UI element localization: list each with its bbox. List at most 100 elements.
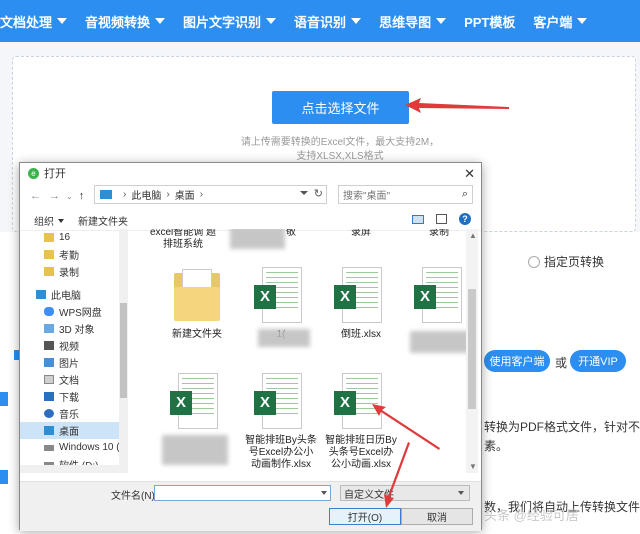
desc-line1: 转换为PDF格式文件，针对不同版 xyxy=(484,420,640,434)
help-icon[interactable]: ? xyxy=(459,213,471,225)
file-item[interactable]: excel智能调 题排班系统 xyxy=(146,229,220,251)
upload-hint-line1: 请上传需要转换的Excel文件，最大支持2M， xyxy=(240,137,440,148)
nav-item-speech[interactable]: 语音识别 xyxy=(294,12,362,31)
excel-file-item[interactable]: X xyxy=(404,267,466,353)
scrollbar-thumb[interactable] xyxy=(120,303,127,398)
nav-label: 客户端 xyxy=(533,14,573,30)
folder-icon xyxy=(44,233,54,242)
breadcrumb-separator-icon: › xyxy=(199,189,204,200)
excel-icon: X xyxy=(254,267,308,325)
refresh-icon[interactable]: ↻ xyxy=(314,187,323,200)
sidebar-item[interactable]: 录制 xyxy=(20,263,121,280)
excel-file-item[interactable]: X 1( xyxy=(244,267,318,347)
scroll-down-icon[interactable]: ▼ xyxy=(469,462,477,471)
sidebar-item-label: 音乐 xyxy=(59,410,79,421)
file-item[interactable]: 敬 xyxy=(228,229,302,249)
breadcrumb-current[interactable]: 桌面 xyxy=(175,187,195,202)
video-icon xyxy=(44,341,54,350)
sidebar-item[interactable]: 音乐 xyxy=(20,405,121,422)
sidebar-item-label: 此电脑 xyxy=(51,291,81,302)
desktop-icon xyxy=(44,426,54,435)
cube-icon xyxy=(44,324,54,333)
excel-file-item[interactable]: X 倒班.xlsx xyxy=(324,267,398,341)
nav-label: 思维导图 xyxy=(379,14,432,30)
chevron-down-icon xyxy=(57,18,68,24)
sidebar-item-desktop[interactable]: 桌面 xyxy=(20,422,121,439)
sidebar-item[interactable]: 图片 xyxy=(20,354,121,371)
sidebar-item[interactable]: 下载 xyxy=(20,388,121,405)
sidebar-item[interactable]: 16 xyxy=(20,229,121,246)
filename-input[interactable] xyxy=(154,485,331,501)
scrollbar-thumb[interactable] xyxy=(468,289,476,409)
breadcrumb-root[interactable]: 此电脑 xyxy=(131,187,161,202)
nav-label: 图片文字识别 xyxy=(183,14,262,30)
chevron-down-icon xyxy=(155,18,166,24)
nav-item-doc[interactable]: 文档处理 xyxy=(0,12,68,31)
file-item[interactable]: 录制 xyxy=(402,229,466,239)
chevron-down-icon[interactable] xyxy=(300,191,308,195)
chevron-down-icon xyxy=(458,491,464,495)
open-button[interactable]: 打开(O) xyxy=(329,508,401,525)
address-bar[interactable]: › 此电脑 › 桌面 › ↻ xyxy=(94,185,327,204)
forward-arrow-icon[interactable]: → xyxy=(49,190,60,202)
annotation-arrow-icon xyxy=(405,98,509,113)
horizontal-scrollbar[interactable] xyxy=(20,465,122,473)
excel-file-item[interactable]: X 智能排班By头条号Excel办公小动画制作.xlsx xyxy=(244,373,318,471)
nav-item-client[interactable]: 客户端 xyxy=(533,12,588,31)
download-icon xyxy=(44,392,54,401)
sidebar-item-label: 3D 对象 xyxy=(59,325,95,336)
excel-icon: X xyxy=(334,267,388,325)
open-vip-button[interactable]: 开通VIP xyxy=(570,350,626,372)
back-arrow-icon[interactable]: ← xyxy=(30,190,41,202)
excel-file-item[interactable]: X xyxy=(160,373,234,465)
use-client-button[interactable]: 使用客户端 xyxy=(484,350,550,372)
cancel-button[interactable]: 取消 xyxy=(401,508,473,525)
file-grid-scrollbar[interactable]: ▲ ▼ xyxy=(466,229,478,473)
close-icon[interactable]: ✕ xyxy=(464,166,475,182)
blurred-region xyxy=(410,331,466,353)
sidebar-item-label: 考勤 xyxy=(59,251,79,262)
excel-icon: X xyxy=(170,373,224,431)
sidebar-scrollbar[interactable] xyxy=(119,229,128,473)
view-controls: ? xyxy=(412,213,471,225)
view-mode-icon[interactable] xyxy=(412,214,424,224)
folder-item[interactable]: 新建文件夹 xyxy=(160,267,234,341)
excel-icon: X xyxy=(254,373,308,431)
up-arrow-icon[interactable]: ↑ xyxy=(79,190,85,202)
specified-page-option[interactable]: 指定页转换 xyxy=(528,253,604,270)
chevron-down-icon xyxy=(58,218,64,223)
sidebar-item[interactable]: 考勤 xyxy=(20,246,121,263)
chevron-down-icon[interactable] xyxy=(321,491,327,495)
address-row: ← → ⌄ ↑ › 此电脑 › 桌面 › ↻ 搜索"桌面" ⌕ xyxy=(20,185,481,207)
sidebar-item[interactable]: 3D 对象 xyxy=(20,320,121,337)
chevron-down-icon xyxy=(266,18,277,24)
scroll-up-icon[interactable]: ▲ xyxy=(469,231,477,240)
chevron-down-icon xyxy=(577,18,588,24)
sidebar-item-label: 图片 xyxy=(59,359,79,370)
sidebar-item[interactable]: Windows 10 (C xyxy=(20,439,121,456)
chevron-down-icon xyxy=(351,18,362,24)
sidebar-item[interactable]: 文档 xyxy=(20,371,121,388)
folder-icon xyxy=(44,250,54,259)
dialog-titlebar: e 打开 ✕ xyxy=(20,163,481,183)
nav-item-mindmap[interactable]: 思维导图 xyxy=(379,12,447,31)
sidebar-item[interactable]: 视频 xyxy=(20,337,121,354)
file-item[interactable]: 录屏 xyxy=(324,229,398,239)
nav-label: 音视频转换 xyxy=(85,14,151,30)
sidebar-item-this-pc[interactable]: 此电脑 xyxy=(20,286,121,303)
organize-menu[interactable]: 组织 xyxy=(34,213,64,228)
file-label: 智能排班By头条号Excel办公小动画制作.xlsx xyxy=(245,435,317,470)
drive-icon xyxy=(44,444,54,451)
sidebar-item-label: 桌面 xyxy=(59,427,79,438)
nav-item-ocr[interactable]: 图片文字识别 xyxy=(183,12,277,31)
recent-caret-icon[interactable]: ⌄ xyxy=(66,192,73,201)
choose-file-button[interactable]: 点击选择文件 xyxy=(272,91,409,124)
sidebar-item[interactable]: WPS网盘 xyxy=(20,303,121,320)
preview-pane-icon[interactable] xyxy=(436,214,447,224)
new-folder-button[interactable]: 新建文件夹 xyxy=(78,213,128,228)
search-input[interactable]: 搜索"桌面" ⌕ xyxy=(338,185,473,204)
breadcrumb-separator-icon: › xyxy=(123,189,127,200)
nav-item-ppt[interactable]: PPT模板 xyxy=(464,12,515,31)
radio-button[interactable] xyxy=(528,255,540,268)
nav-item-av[interactable]: 音视频转换 xyxy=(85,12,166,31)
